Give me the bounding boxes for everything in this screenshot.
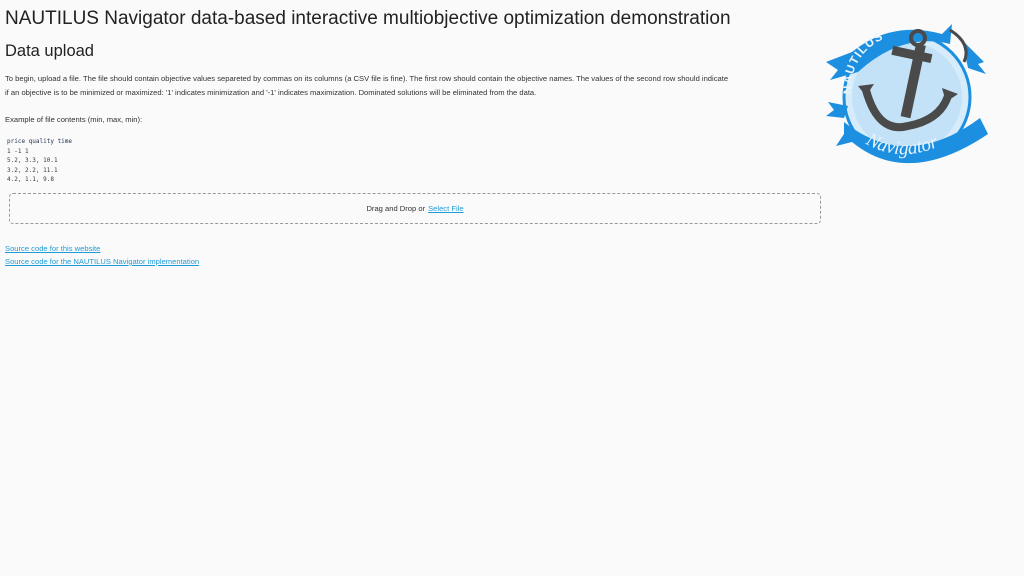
file-dropzone[interactable]: Drag and Drop or Select File xyxy=(9,193,821,224)
example-line: 5.2, 3.3, 10.1 xyxy=(7,157,58,164)
example-line: 1 -1 1 xyxy=(7,147,29,155)
page-title: NAUTILUS Navigator data-based interactiv… xyxy=(5,8,731,29)
example-line: 3.2, 2.2, 11.1 xyxy=(7,166,58,174)
select-file-link[interactable]: Select File xyxy=(428,204,463,213)
nautilus-navigator-logo: NAUTILUS Navigator xyxy=(826,24,988,164)
example-label: Example of file contents (min, max, min)… xyxy=(5,115,143,124)
website-source-link[interactable]: Source code for this website xyxy=(5,244,100,253)
page: NAUTILUS Navigator data-based interactiv… xyxy=(0,0,1024,576)
upload-instructions-line-1: To begin, upload a file. The file should… xyxy=(5,74,729,83)
example-line: price quality time xyxy=(7,138,73,145)
example-file-contents: price quality time 1 -1 1 5.2, 3.3, 10.1… xyxy=(7,137,72,185)
upload-instructions-line-2: if an objective is to be minimized or ma… xyxy=(5,88,537,97)
dropzone-text: Drag and Drop or xyxy=(366,204,426,213)
section-title-data-upload: Data upload xyxy=(5,42,94,60)
example-line: 4.2, 1.1, 9.8 xyxy=(7,176,54,183)
navigator-source-link[interactable]: Source code for the NAUTILUS Navigator i… xyxy=(5,257,199,266)
upload-instructions: To begin, upload a file. The file should… xyxy=(5,72,775,100)
